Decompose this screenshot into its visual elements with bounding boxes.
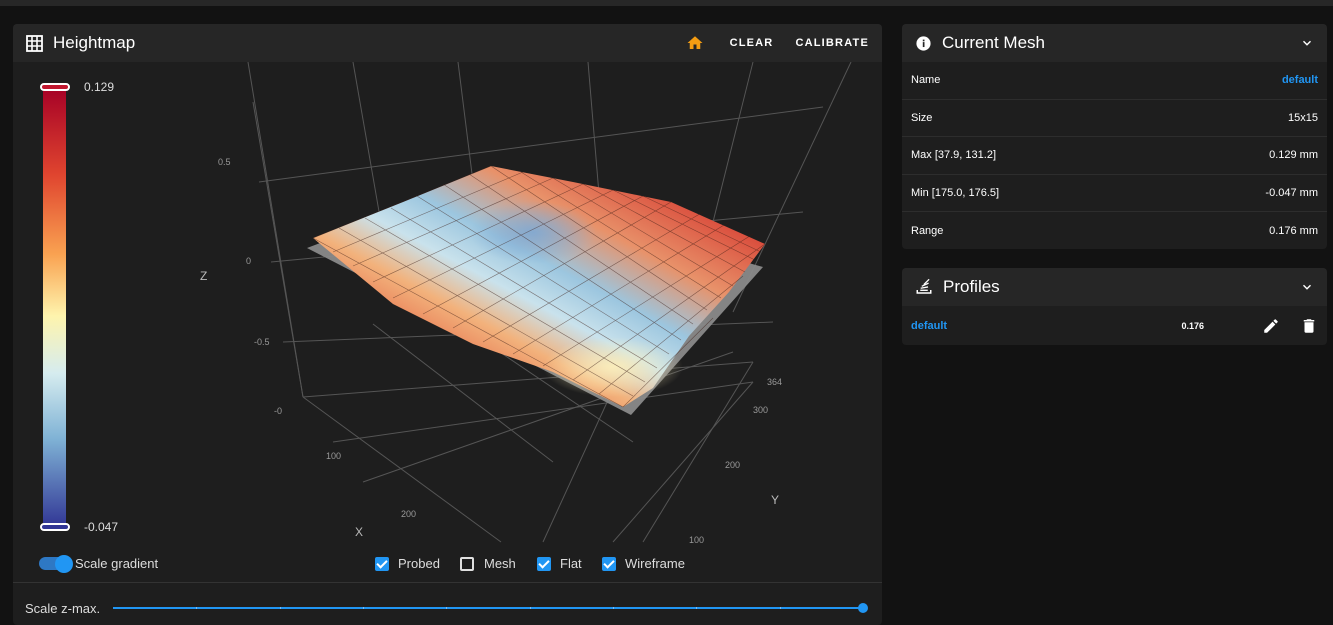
- layers-icon: [916, 278, 932, 294]
- mesh-row-value: 0.176 mm: [1269, 224, 1318, 237]
- z-tick: 0: [246, 256, 251, 266]
- mesh-label: Mesh: [484, 556, 516, 571]
- slider-tick: [696, 607, 697, 609]
- calibrate-button[interactable]: CALIBRATE: [795, 37, 869, 49]
- y-tick: 300: [753, 405, 768, 415]
- slider-tick: [780, 607, 781, 609]
- x-tick: 100: [326, 451, 341, 461]
- slider-tick: [446, 607, 447, 609]
- current-mesh-card: Current Mesh Name default Size 15x15 Max…: [902, 24, 1327, 249]
- profile-range-value: 0.176: [1181, 320, 1204, 331]
- flat-checkbox[interactable]: [537, 557, 551, 571]
- mesh-row-label: Min [175.0, 176.5]: [911, 186, 1000, 199]
- app-top-bar: [0, 0, 1333, 6]
- mesh-row-label: Name: [911, 74, 941, 87]
- mesh-checkbox[interactable]: [460, 557, 474, 571]
- surface-3d-chart[interactable]: Z X Y 0.5 0 -0.5 -0 100 200 364 300 200 …: [13, 62, 882, 570]
- probed-label: Probed: [398, 556, 440, 571]
- chevron-down-icon[interactable]: [1300, 280, 1314, 294]
- heightmap-card: Heightmap CLEAR CALIBRATE 0.129 -0.047 Z…: [13, 24, 882, 625]
- z-tick: -0.5: [254, 337, 270, 347]
- mesh-row-min: Min [175.0, 176.5] -0.047 mm: [902, 175, 1327, 212]
- scale-zmax-slider[interactable]: [113, 607, 863, 609]
- profile-row: default 0.176: [902, 306, 1327, 345]
- y-tick: 364: [767, 377, 782, 387]
- heightmap-header: Heightmap CLEAR CALIBRATE: [13, 24, 882, 62]
- axis-x-label: X: [355, 525, 363, 539]
- probed-checkbox[interactable]: [375, 557, 389, 571]
- x-tick: 200: [401, 509, 416, 519]
- mesh-row-size: Size 15x15: [902, 100, 1327, 137]
- home-icon[interactable]: [686, 34, 704, 52]
- axis-y-label: Y: [771, 493, 779, 507]
- mesh-row-name: Name default: [902, 62, 1327, 100]
- slider-tick: [363, 607, 364, 609]
- z-tick: -0: [274, 406, 282, 416]
- trash-icon[interactable]: [1300, 317, 1318, 335]
- mesh-row-value: -0.047 mm: [1265, 186, 1318, 199]
- pencil-icon[interactable]: [1262, 317, 1280, 335]
- slider-tick: [196, 607, 197, 609]
- profiles-title: Profiles: [943, 277, 1000, 296]
- mesh-row-label: Max [37.9, 131.2]: [911, 149, 996, 162]
- axis-z-label: Z: [200, 269, 207, 283]
- flat-label: Flat: [560, 556, 582, 571]
- heightmap-plot[interactable]: 0.129 -0.047 Z X Y 0.5 0 -0.5 -0 100 200…: [13, 62, 882, 570]
- mesh-row-label: Size: [911, 111, 933, 124]
- scale-gradient-label: Scale gradient: [75, 556, 159, 571]
- mesh-row-value: 0.129 mm: [1269, 149, 1318, 162]
- mesh-row-max: Max [37.9, 131.2] 0.129 mm: [902, 137, 1327, 175]
- slider-tick: [613, 607, 614, 609]
- info-icon: [916, 35, 931, 51]
- z-tick: 0.5: [218, 157, 231, 167]
- scale-gradient-toggle[interactable]: [39, 554, 73, 573]
- mesh-row-value: 15x15: [1288, 111, 1318, 124]
- heightmap-controls: Scale gradient Probed Mesh Flat Wirefram…: [13, 551, 882, 577]
- divider: [13, 582, 882, 583]
- current-mesh-header: Current Mesh: [902, 24, 1327, 62]
- wireframe-checkbox[interactable]: [602, 557, 616, 571]
- profile-name-link[interactable]: default: [911, 320, 947, 332]
- y-tick: 100: [689, 535, 704, 545]
- slider-tick: [530, 607, 531, 609]
- slider-tick: [280, 607, 281, 609]
- scale-zmax-thumb[interactable]: [858, 603, 868, 613]
- profiles-card: Profiles default 0.176: [902, 268, 1327, 345]
- profiles-header: Profiles: [902, 268, 1327, 306]
- surface-mid-region: [543, 337, 683, 397]
- heightmap-title: Heightmap: [53, 33, 136, 52]
- mesh-name-link[interactable]: default: [1282, 74, 1318, 86]
- current-mesh-title: Current Mesh: [942, 33, 1045, 52]
- wireframe-label: Wireframe: [625, 556, 685, 571]
- mesh-row-range: Range 0.176 mm: [902, 212, 1327, 249]
- scale-zmax-label: Scale z-max.: [25, 601, 101, 616]
- toggle-knob: [55, 554, 73, 573]
- mesh-row-label: Range: [911, 224, 944, 237]
- grid-icon: [26, 34, 43, 52]
- chevron-down-icon[interactable]: [1300, 36, 1314, 50]
- clear-button[interactable]: CLEAR: [730, 37, 774, 49]
- y-tick: 200: [725, 460, 740, 470]
